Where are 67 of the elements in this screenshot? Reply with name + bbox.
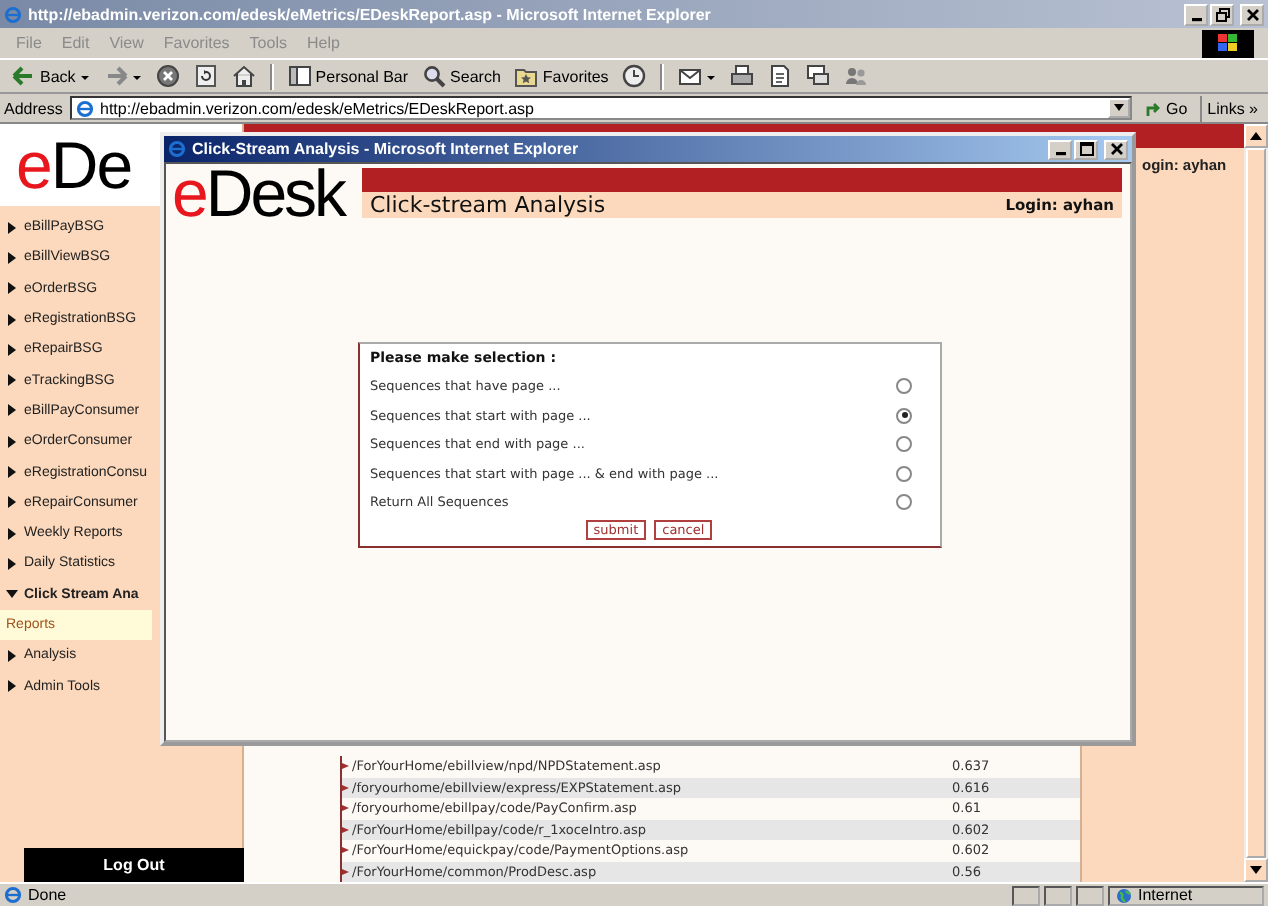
search-button[interactable]: Search	[418, 62, 505, 90]
star-folder-icon	[514, 64, 539, 88]
bullet-icon	[342, 783, 350, 792]
bullet-icon	[342, 846, 350, 855]
stop-icon	[155, 64, 180, 88]
ie-logo-icon	[168, 140, 186, 158]
clock-icon	[622, 64, 647, 88]
status-text: Done	[28, 886, 67, 904]
status-pane	[1012, 885, 1040, 905]
address-field[interactable]: http://ebadmin.verizon.com/edesk/eMetrics/EDeskReport.asp	[70, 96, 1132, 120]
ie-logo-icon	[76, 99, 94, 117]
minimize-button[interactable]	[1184, 3, 1208, 25]
history-button[interactable]	[618, 62, 651, 90]
dropdown-button[interactable]	[1107, 98, 1130, 118]
ie-logo-icon	[4, 886, 22, 904]
favorites-button[interactable]: Favorites	[510, 62, 613, 90]
forward-arrow-icon	[103, 64, 128, 88]
close-button[interactable]	[1240, 3, 1264, 25]
globe-icon	[1116, 887, 1132, 903]
go-button[interactable]: Go	[1137, 95, 1194, 121]
scroll-up-icon[interactable]	[1250, 132, 1262, 140]
back-button[interactable]: Back	[8, 62, 94, 90]
close-icon	[1109, 142, 1123, 156]
caret-down-icon	[1113, 104, 1124, 112]
windows-flag-drawing	[1218, 34, 1238, 52]
chat-icon	[806, 64, 831, 88]
radio-button[interactable]	[896, 465, 912, 482]
bullet-icon	[342, 867, 350, 876]
back-arrow-icon	[12, 64, 36, 88]
bullet-icon	[342, 825, 350, 834]
stop-button[interactable]	[151, 62, 184, 90]
restore-button[interactable]	[1210, 3, 1234, 25]
radio-button[interactable]	[896, 494, 912, 511]
panel-icon	[287, 64, 312, 88]
scroll-down-icon[interactable]	[1250, 866, 1262, 874]
logout-button[interactable]: Log Out	[24, 848, 244, 882]
maximize-button[interactable]	[1074, 139, 1098, 159]
search-icon	[422, 64, 447, 88]
envelope-icon	[678, 64, 703, 88]
printer-icon	[730, 64, 755, 88]
home-icon	[231, 64, 256, 88]
maximize-icon	[1079, 142, 1093, 156]
status-pane	[1044, 885, 1072, 905]
discuss-button[interactable]	[802, 62, 835, 90]
ie-logo-icon	[4, 5, 22, 23]
links-button[interactable]: Links »	[1199, 95, 1264, 121]
radio-button[interactable]	[896, 378, 912, 395]
close-icon	[1245, 7, 1259, 21]
address-label: Address	[4, 99, 64, 117]
close-button[interactable]	[1104, 139, 1128, 159]
people-icon	[844, 64, 869, 88]
bullet-icon	[342, 762, 350, 771]
refresh-icon	[193, 64, 218, 88]
minimize-button[interactable]	[1048, 139, 1072, 159]
print-button[interactable]	[726, 62, 759, 90]
restore-icon	[1215, 7, 1229, 21]
status-pane	[1076, 885, 1104, 905]
scrollbar[interactable]	[1244, 124, 1268, 882]
go-arrow-icon	[1143, 99, 1162, 117]
bullet-icon	[342, 804, 350, 813]
personal-button[interactable]: Personal Bar	[283, 62, 413, 90]
radio-button[interactable]	[896, 407, 912, 424]
zone-label: Internet	[1138, 886, 1193, 904]
radio-button[interactable]	[896, 436, 912, 453]
document-icon	[768, 64, 793, 88]
window-title: http://ebadmin.verizon.com/edesk/eMetrics/EDeskReport.asp - Microsoft Internet Explorer	[28, 5, 713, 23]
page-heading: Click-stream Analysis	[370, 192, 606, 218]
